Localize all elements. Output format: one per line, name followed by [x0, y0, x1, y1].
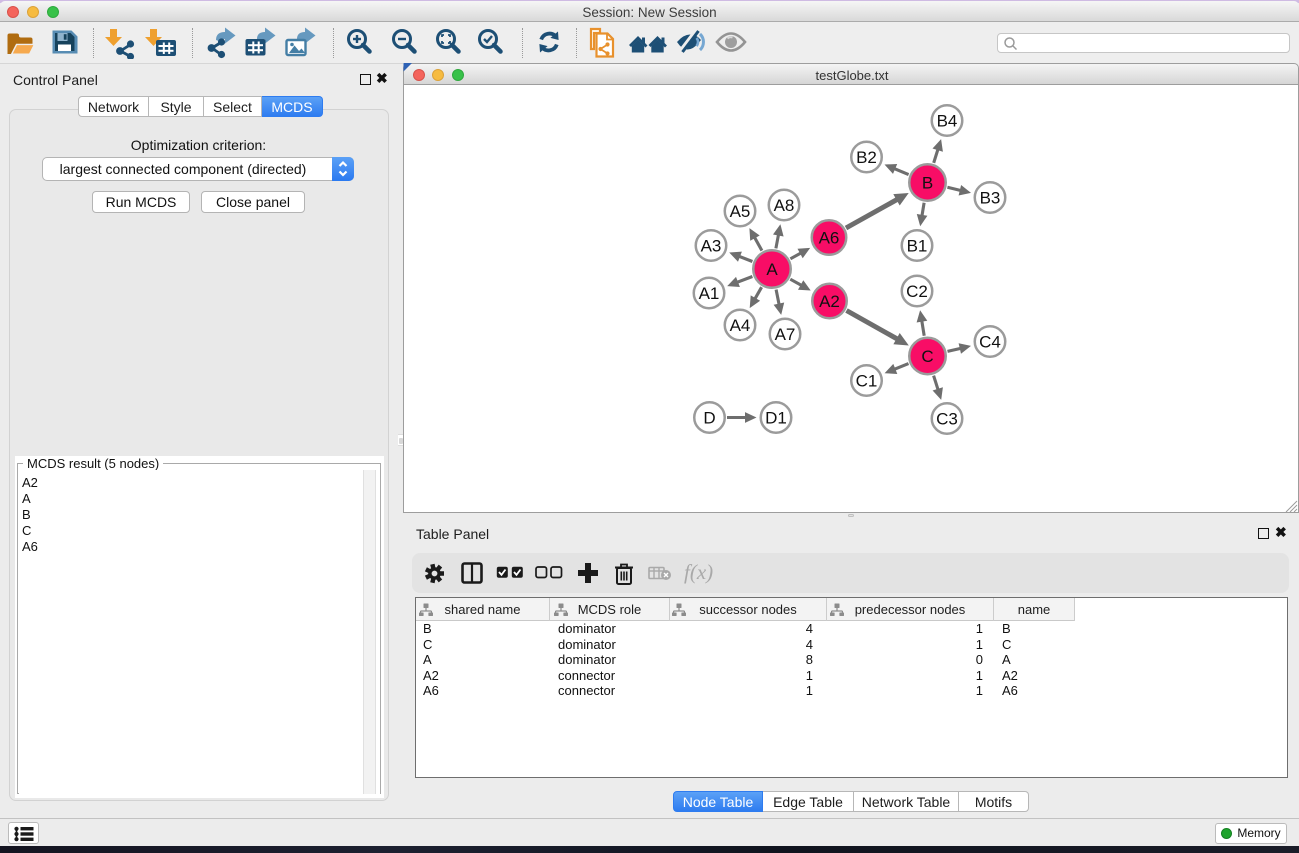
svg-text:B: B	[922, 174, 933, 193]
svg-text:D1: D1	[765, 409, 787, 428]
svg-text:A3: A3	[701, 237, 722, 256]
svg-text:D: D	[703, 409, 715, 428]
svg-text:B2: B2	[856, 148, 877, 167]
svg-text:C4: C4	[979, 333, 1001, 352]
svg-text:A5: A5	[730, 202, 751, 221]
svg-text:A8: A8	[774, 196, 795, 215]
svg-text:B4: B4	[937, 112, 958, 131]
svg-text:C2: C2	[906, 282, 928, 301]
svg-text:A6: A6	[819, 229, 840, 248]
svg-text:A1: A1	[699, 284, 720, 303]
svg-text:B1: B1	[907, 237, 928, 256]
svg-text:C3: C3	[936, 410, 958, 429]
svg-text:C: C	[921, 347, 933, 366]
svg-text:A4: A4	[730, 316, 751, 335]
svg-text:A7: A7	[775, 325, 796, 344]
svg-text:B3: B3	[980, 189, 1001, 208]
svg-text:C1: C1	[856, 372, 878, 391]
svg-text:A: A	[766, 260, 778, 279]
svg-text:A2: A2	[819, 292, 840, 311]
